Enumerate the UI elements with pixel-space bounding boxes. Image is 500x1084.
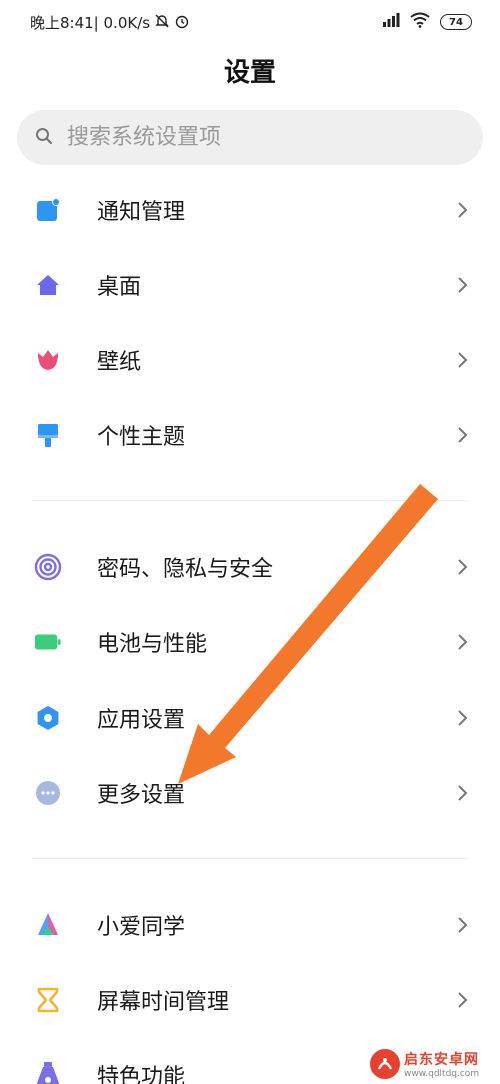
feature-flask-icon bbox=[34, 1061, 62, 1084]
tulip-icon bbox=[34, 346, 62, 374]
settings-item-label: 通知管理 bbox=[97, 200, 186, 225]
watermark-text: 启东安卓网 www.qdltdq.com bbox=[404, 1049, 479, 1079]
settings-item-wallpaper[interactable]: 壁纸 bbox=[0, 330, 500, 390]
settings-item-xiaoai[interactable]: 小爱同学 bbox=[0, 895, 500, 955]
search-bar[interactable] bbox=[17, 110, 483, 165]
cellular-signal-icon bbox=[382, 12, 400, 32]
watermark: 启东安卓网 www.qdltdq.com bbox=[370, 1044, 500, 1084]
settings-item-label: 特色功能 bbox=[97, 1065, 186, 1084]
battery-indicator: 74 bbox=[440, 14, 472, 30]
settings-item-label: 壁纸 bbox=[97, 350, 142, 375]
chevron-right-icon bbox=[456, 349, 470, 371]
settings-item-themes[interactable]: 个性主题 bbox=[0, 405, 500, 465]
status-bar: 晚上8:41| 0.0K/s 74 bbox=[0, 0, 500, 46]
settings-item-label: 屏幕时间管理 bbox=[97, 990, 230, 1015]
chevron-right-icon bbox=[456, 424, 470, 446]
paint-brush-icon bbox=[34, 421, 62, 449]
chevron-right-icon bbox=[456, 782, 470, 804]
chevron-right-icon bbox=[456, 631, 470, 653]
wifi-icon bbox=[410, 12, 430, 32]
settings-item-label: 应用设置 bbox=[97, 708, 186, 733]
settings-item-label: 密码、隐私与安全 bbox=[97, 557, 274, 582]
mute-icon bbox=[154, 13, 170, 33]
chevron-right-icon bbox=[456, 274, 470, 296]
watermark-logo-icon bbox=[370, 1049, 400, 1079]
chevron-right-icon bbox=[456, 989, 470, 1011]
watermark-url: www.qdltdq.com bbox=[404, 1069, 480, 1079]
settings-item-label: 小爱同学 bbox=[97, 915, 186, 940]
search-input[interactable] bbox=[67, 125, 447, 150]
fingerprint-icon bbox=[34, 553, 62, 581]
search-icon bbox=[35, 127, 53, 149]
page-title: 设置 bbox=[223, 58, 276, 88]
section-divider bbox=[32, 500, 468, 501]
status-right: 74 bbox=[382, 12, 472, 32]
settings-item-desktop[interactable]: 桌面 bbox=[0, 255, 500, 315]
settings-item-battery-performance[interactable]: 电池与性能 bbox=[0, 612, 500, 672]
settings-item-notifications[interactable]: 通知管理 bbox=[0, 180, 500, 240]
settings-item-screen-time[interactable]: 屏幕时间管理 bbox=[0, 970, 500, 1030]
chevron-right-icon bbox=[456, 556, 470, 578]
chevron-right-icon bbox=[456, 707, 470, 729]
settings-item-more-settings[interactable]: 更多设置 bbox=[0, 763, 500, 823]
xiaoai-icon bbox=[34, 911, 62, 939]
home-icon bbox=[34, 271, 62, 299]
more-dots-icon bbox=[34, 779, 62, 807]
alarm-icon bbox=[174, 13, 190, 33]
battery-icon bbox=[34, 628, 62, 656]
settings-item-privacy-security[interactable]: 密码、隐私与安全 bbox=[0, 537, 500, 597]
hourglass-icon bbox=[34, 986, 62, 1014]
settings-item-label: 电池与性能 bbox=[97, 632, 208, 657]
settings-item-label: 个性主题 bbox=[97, 425, 186, 450]
settings-item-label: 桌面 bbox=[97, 275, 142, 300]
watermark-title: 启东安卓网 bbox=[404, 1052, 479, 1068]
gear-icon bbox=[34, 704, 62, 732]
chevron-right-icon bbox=[456, 199, 470, 221]
section-divider bbox=[32, 858, 468, 859]
settings-item-label: 更多设置 bbox=[97, 783, 186, 808]
status-left: 晚上8:41| 0.0K/s bbox=[30, 12, 190, 33]
chevron-right-icon bbox=[456, 914, 470, 936]
notification-icon bbox=[34, 196, 62, 224]
status-time-speed: 晚上8:41| 0.0K/s bbox=[30, 14, 151, 32]
settings-item-app-settings[interactable]: 应用设置 bbox=[0, 688, 500, 748]
